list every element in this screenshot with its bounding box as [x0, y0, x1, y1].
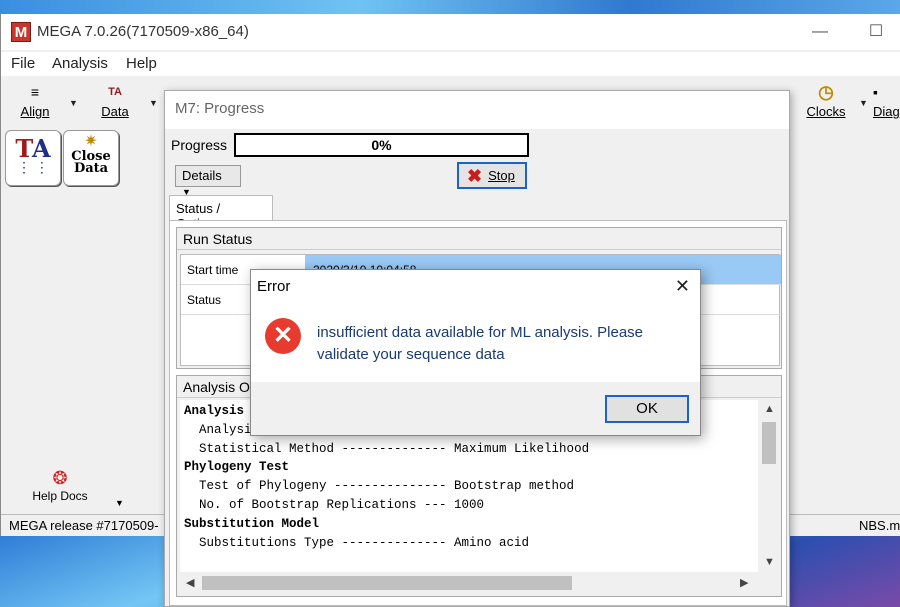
diagnose-icon: ▪: [873, 84, 878, 100]
lifebuoy-icon: ❂: [52, 468, 68, 488]
details-button[interactable]: Details ▼: [175, 165, 241, 197]
data-dropdown-arrow-icon[interactable]: ▼: [149, 98, 158, 108]
help-docs-dropdown-arrow-icon[interactable]: ▼: [115, 498, 124, 508]
menu-help[interactable]: Help: [126, 55, 157, 72]
minimize-icon[interactable]: —: [805, 20, 835, 44]
main-window-title: MEGA 7.0.26(7170509-x86_64): [37, 23, 249, 40]
scroll-up-icon[interactable]: ▲: [764, 403, 775, 415]
row-key: Start time: [187, 263, 239, 277]
ta-launch-button[interactable]: TA ⋮ ⋮: [5, 130, 61, 186]
progress-percent: 0%: [371, 137, 392, 153]
help-docs-button[interactable]: ❂ Help Docs: [15, 468, 105, 503]
analysis-option-line: Substitution Model: [184, 516, 320, 531]
ta-dots-icon: ⋮ ⋮: [17, 159, 49, 175]
vertical-scrollbar[interactable]: ▲ ▼: [759, 400, 779, 572]
desktop-wallpaper-top: [0, 0, 900, 14]
clock-icon: ◷: [818, 82, 834, 102]
error-dialog: Error ✕ ✕ insufficient data available fo…: [250, 269, 701, 436]
error-message: insufficient data available for ML analy…: [317, 324, 644, 363]
scroll-right-icon[interactable]: ▶: [740, 576, 748, 589]
data-icon: TA: [108, 86, 122, 98]
stop-label: Stop: [488, 168, 515, 183]
menu-bar: File Analysis Help: [1, 52, 900, 76]
close-data-label-2: Data: [73, 161, 109, 176]
error-dialog-body: ✕ insufficient data available for ML ana…: [251, 304, 700, 382]
close-icon[interactable]: ✕: [675, 276, 690, 297]
ta-glyph: TA: [15, 134, 51, 163]
vertical-scroll-thumb[interactable]: [762, 422, 776, 464]
launch-panel: TA ⋮ ⋮ ✷ Close Data ❂ Help Docs ▼: [1, 126, 165, 516]
align-button[interactable]: ≡ Align: [15, 80, 55, 124]
horizontal-scrollbar[interactable]: ◀ ▶: [180, 573, 758, 593]
stop-button[interactable]: ✖ Stop: [457, 162, 527, 189]
horizontal-scroll-thumb[interactable]: [202, 576, 572, 590]
analysis-option-line: No. of Bootstrap Replications --- 1000: [184, 497, 485, 512]
menu-file[interactable]: File: [11, 55, 35, 72]
analysis-option-line: Phylogeny Test: [184, 460, 290, 475]
ok-button[interactable]: OK: [605, 395, 689, 423]
stop-x-icon: ✖: [467, 166, 483, 186]
row-key: Status: [187, 293, 222, 307]
align-dropdown-arrow-icon[interactable]: ▼: [69, 98, 78, 108]
details-label: Details: [182, 168, 222, 183]
analysis-option-line: Statistical Method -------------- Maximu…: [184, 441, 590, 456]
diagnose-button[interactable]: ▪ Diag: [873, 80, 900, 124]
tab-status-options[interactable]: Status / Options: [169, 195, 273, 231]
maximize-icon[interactable]: ☐: [861, 20, 891, 44]
progress-label: Progress: [171, 137, 228, 153]
help-docs-label: Help Docs: [32, 489, 88, 503]
progress-window-title: M7: Progress: [165, 91, 789, 129]
align-label: Align: [20, 104, 50, 119]
mega-app-icon: M: [11, 22, 31, 42]
error-dialog-titlebar: Error ✕: [251, 270, 700, 304]
align-icon: ≡: [30, 84, 40, 100]
diagnose-label: Diag: [873, 104, 900, 119]
close-data-button[interactable]: ✷ Close Data: [63, 130, 119, 186]
data-button[interactable]: TA Data: [95, 80, 135, 124]
scroll-down-icon[interactable]: ▼: [764, 556, 775, 568]
error-icon: ✕: [265, 318, 301, 354]
progress-bar: 0%: [234, 133, 529, 157]
clocks-dropdown-arrow-icon[interactable]: ▼: [859, 98, 868, 108]
main-titlebar: M MEGA 7.0.26(7170509-x86_64) — ☐: [1, 14, 900, 50]
clocks-button[interactable]: ◷ Clocks: [803, 80, 849, 124]
analysis-option-line: Substitutions Type -------------- Amino …: [184, 535, 530, 550]
run-status-heading: Run Status: [177, 228, 781, 250]
menu-analysis[interactable]: Analysis: [52, 55, 108, 72]
analysis-option-line: Test of Phylogeny --------------- Bootst…: [184, 479, 575, 494]
status-release-text: MEGA release #7170509-: [9, 518, 159, 533]
data-label: Data: [101, 104, 129, 119]
scroll-left-icon[interactable]: ◀: [186, 576, 194, 589]
clocks-label: Clocks: [806, 104, 846, 119]
status-right-text: NBS.me: [859, 518, 900, 533]
error-dialog-title: Error: [257, 278, 291, 295]
